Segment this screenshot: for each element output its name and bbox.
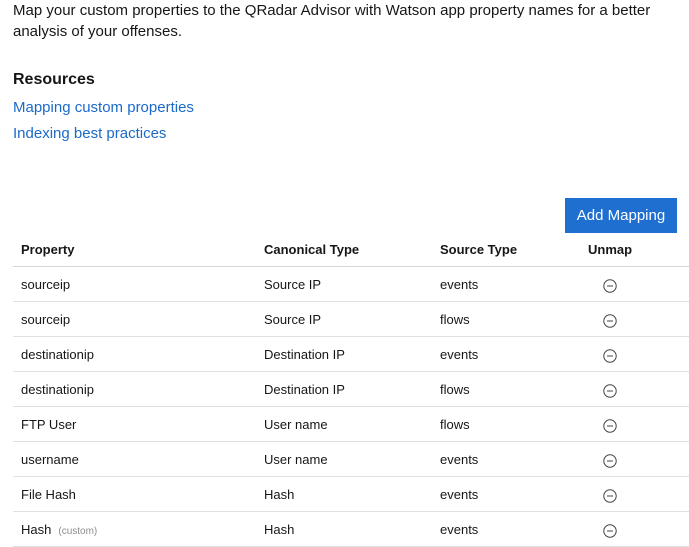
header-unmap: Unmap [588,242,633,257]
property-name: Hash [21,522,52,537]
table-row: destinationip Destination IP events [13,337,689,372]
canonical-type-cell: Source IP [264,277,322,292]
table-row: username User name events [13,442,689,477]
mapping-custom-properties-link[interactable]: Mapping custom properties [13,99,194,116]
canonical-type-cell: Source IP [264,312,322,327]
unmap-button[interactable] [603,524,617,538]
resources-heading: Resources [13,71,95,88]
source-type-cell: flows [440,417,470,432]
add-mapping-button[interactable]: Add Mapping [565,198,677,233]
minus-circle-icon [603,314,617,328]
table-row: Hash (custom) Hash events [13,512,689,547]
custom-tag: (custom) [58,526,98,537]
minus-circle-icon [603,279,617,293]
canonical-type-cell: User name [264,452,328,467]
canonical-type-cell: Destination IP [264,382,345,397]
canonical-type-cell: Hash [264,487,295,502]
table-row: destinationip Destination IP flows [13,372,689,407]
property-name: File Hash [21,487,76,502]
canonical-type-cell: User name [264,417,328,432]
mappings-table: Property Canonical Type Source Type Unma… [13,233,689,547]
table-row: FTP User User name flows [13,407,689,442]
table-header: Property Canonical Type Source Type Unma… [13,233,689,267]
property-name: sourceip [21,277,71,292]
source-type-cell: events [440,277,479,292]
property-cell: File Hash [21,487,76,502]
source-type-cell: flows [440,382,470,397]
unmap-button[interactable] [603,279,617,293]
property-cell: destinationip [21,382,94,397]
source-type-cell: flows [440,312,470,327]
property-name: destinationip [21,347,94,362]
minus-circle-icon [603,489,617,503]
unmap-button[interactable] [603,384,617,398]
intro-text: Map your custom properties to the QRadar… [13,2,651,40]
property-cell: Hash (custom) [21,522,97,537]
table-body: sourceip Source IP events sourceip Sourc… [13,267,689,547]
header-canonical-type[interactable]: Canonical Type [264,242,359,257]
canonical-type-cell: Destination IP [264,347,345,362]
source-type-cell: events [440,347,479,362]
property-name: FTP User [21,417,77,432]
property-cell: sourceip [21,277,70,292]
property-cell: destinationip [21,347,94,362]
property-name: destinationip [21,382,94,397]
property-name: sourceip [21,312,71,327]
source-type-cell: events [440,452,479,467]
minus-circle-icon [603,419,617,433]
property-cell: username [21,452,79,467]
source-type-cell: events [440,487,479,502]
table-row: sourceip Source IP flows [13,302,689,337]
unmap-button[interactable] [603,489,617,503]
minus-circle-icon [603,384,617,398]
unmap-button[interactable] [603,419,617,433]
minus-circle-icon [603,454,617,468]
header-source-type[interactable]: Source Type [440,242,517,257]
unmap-button[interactable] [603,454,617,468]
minus-circle-icon [603,524,617,538]
property-cell: sourceip [21,312,70,327]
unmap-button[interactable] [603,314,617,328]
canonical-type-cell: Hash [264,522,295,537]
source-type-cell: events [440,522,479,537]
indexing-best-practices-link[interactable]: Indexing best practices [13,125,166,142]
table-row: File Hash Hash events [13,477,689,512]
header-property[interactable]: Property [21,242,74,257]
unmap-button[interactable] [603,349,617,363]
property-cell: FTP User [21,417,76,432]
property-name: username [21,452,79,467]
table-row: sourceip Source IP events [13,267,689,302]
minus-circle-icon [603,349,617,363]
